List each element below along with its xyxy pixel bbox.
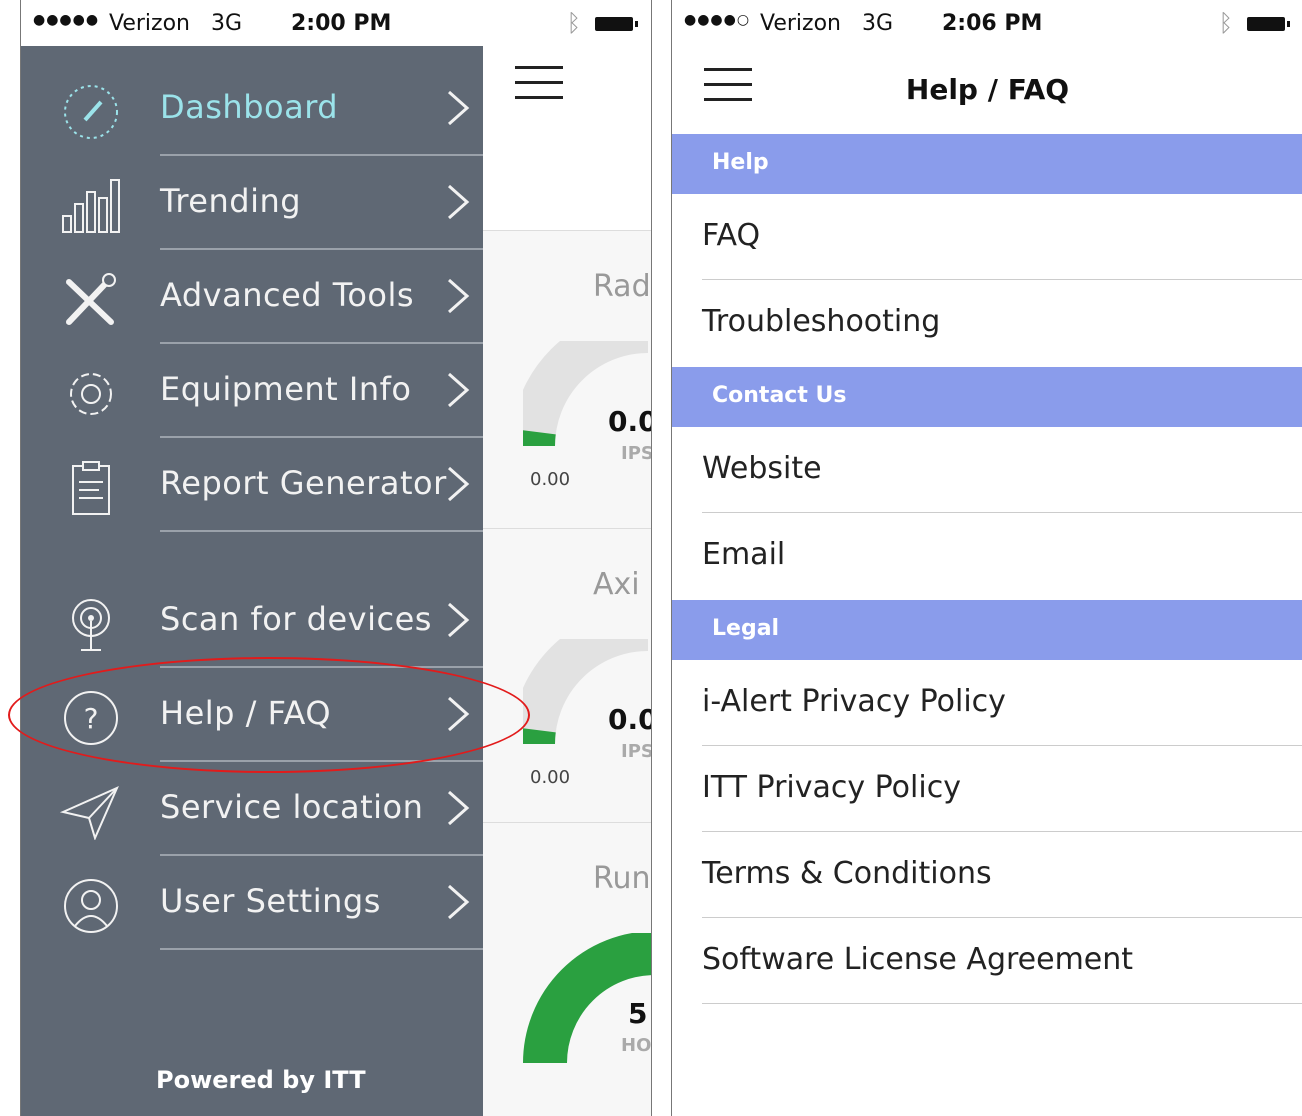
clock: 2:00 PM — [291, 11, 392, 36]
menu-label: Service location — [160, 788, 424, 826]
bluetooth-icon: ᛒ — [566, 9, 581, 37]
gauge-card-axial: Axi 0.0 IPS 0.00 — [483, 528, 651, 823]
gauge-value: 0.0 — [608, 405, 651, 438]
list-item-email[interactable]: Email — [672, 513, 1302, 599]
list-item-label: ITT Privacy Policy — [702, 770, 961, 805]
menu-label: Advanced Tools — [160, 276, 415, 314]
chevron-right-icon — [448, 90, 470, 126]
page-title: Help / FAQ — [905, 73, 1070, 106]
chevron-right-icon — [448, 790, 470, 826]
section-label: Legal — [712, 616, 780, 641]
gauge-title: Axi — [593, 567, 640, 602]
hamburger-menu-icon[interactable] — [515, 66, 563, 111]
list-item-label: Troubleshooting — [702, 304, 941, 339]
chevron-right-icon — [448, 184, 470, 220]
menu-label: Scan for devices — [160, 600, 432, 638]
menu-divider — [160, 948, 483, 950]
section-header-help: Help — [672, 134, 1302, 194]
signal-strength: ●●●●○ — [684, 12, 751, 28]
menu-item-user-settings[interactable]: User Settings — [21, 856, 483, 950]
chevron-right-icon — [448, 602, 470, 638]
list-item-label: Terms & Conditions — [702, 856, 992, 891]
list-item-label: Software License Agreement — [702, 942, 1134, 977]
gauge-value: 0.0 — [608, 703, 651, 736]
gauge-fill — [523, 728, 556, 745]
carrier-name: Verizon — [109, 11, 190, 36]
menu-item-service-location[interactable]: Service location — [21, 762, 483, 856]
list-item-ialert-privacy-policy[interactable]: i-Alert Privacy Policy — [672, 660, 1302, 746]
menu-item-scan-devices[interactable]: Scan for devices — [21, 574, 483, 668]
row-divider — [702, 1003, 1302, 1004]
chevron-right-icon — [448, 884, 470, 920]
chevron-right-icon — [448, 466, 470, 502]
gauge-min: 0.00 — [530, 469, 571, 490]
left-phone-screen: ●●●●● Verizon 3G 2:00 PM ᛒ Rad 0.0 IPS 0… — [20, 0, 652, 1116]
status-bar: ●●●●● Verizon 3G 2:00 PM ᛒ — [21, 0, 651, 46]
menu-item-trending[interactable]: Trending — [21, 156, 483, 250]
battery-icon — [1247, 17, 1290, 31]
dashboard-background: Rad 0.0 IPS 0.00 Axi 0.0 IPS 0.00 Runt — [483, 46, 651, 1116]
carrier-name: Verizon — [760, 11, 841, 36]
gauge-card-runtime: Runt 5 HOU — [483, 822, 651, 1116]
menu-item-report-generator[interactable]: Report Generator — [21, 438, 483, 532]
section-header-legal: Legal — [672, 600, 1302, 660]
menu-label: Report Generator — [160, 464, 447, 502]
speedometer-icon — [64, 85, 118, 139]
user-icon — [64, 879, 118, 933]
antenna-icon — [72, 599, 110, 651]
network-type: 3G — [211, 11, 243, 36]
location-arrow-icon — [59, 786, 119, 840]
menu-item-advanced-tools[interactable]: Advanced Tools — [21, 250, 483, 344]
list-item-troubleshooting[interactable]: Troubleshooting — [672, 280, 1302, 366]
gauge-value: 5 — [628, 997, 648, 1030]
menu-divider — [160, 530, 483, 532]
highlight-ellipse — [8, 657, 530, 773]
section-label: Help — [712, 150, 769, 175]
clock: 2:06 PM — [942, 11, 1043, 36]
chevron-right-icon — [448, 372, 470, 408]
gauge-title: Runt — [593, 861, 651, 896]
section-label: Contact Us — [712, 383, 847, 408]
status-bar: ●●●●○ Verizon 3G 2:06 PM ᛒ — [672, 0, 1302, 46]
menu-label: Trending — [160, 182, 302, 220]
gauge-title: Rad — [593, 269, 651, 304]
list-item-terms-conditions[interactable]: Terms & Conditions — [672, 832, 1302, 918]
menu-label: Dashboard — [160, 88, 339, 126]
navigation-drawer: Dashboard Trending Advanced Tools Equipm… — [21, 46, 483, 1116]
page-header: Help / FAQ — [672, 46, 1302, 134]
gauge-unit: IPS — [621, 443, 652, 464]
signal-strength: ●●●●● — [33, 12, 100, 28]
clipboard-icon — [72, 461, 110, 515]
bluetooth-icon: ᛒ — [1218, 9, 1233, 37]
list-item-website[interactable]: Website — [672, 427, 1302, 513]
powered-by-footer: Powered by ITT — [156, 1066, 366, 1094]
menu-item-equipment-info[interactable]: Equipment Info — [21, 344, 483, 438]
list-item-label: FAQ — [702, 218, 761, 253]
bar-chart-icon — [62, 179, 120, 233]
list-item-itt-privacy-policy[interactable]: ITT Privacy Policy — [672, 746, 1302, 832]
gear-icon — [70, 373, 112, 415]
tools-icon — [66, 273, 116, 325]
menu-label: Equipment Info — [160, 370, 412, 408]
list-item-faq[interactable]: FAQ — [672, 194, 1302, 280]
section-header-contact-us: Contact Us — [672, 367, 1302, 427]
gauge-fill — [523, 430, 556, 447]
gauge-card-radial: Rad 0.0 IPS 0.00 — [483, 230, 651, 531]
gauge-min: 0.00 — [530, 767, 571, 788]
list-item-software-license[interactable]: Software License Agreement — [672, 918, 1302, 1004]
menu-item-dashboard[interactable]: Dashboard — [21, 62, 483, 156]
menu-label: User Settings — [160, 882, 381, 920]
list-item-label: Website — [702, 451, 822, 486]
network-type: 3G — [862, 11, 894, 36]
list-item-label: i-Alert Privacy Policy — [702, 684, 1006, 719]
battery-icon — [595, 17, 638, 31]
list-item-label: Email — [702, 537, 786, 572]
gauge-unit: HOU — [621, 1035, 652, 1056]
chevron-right-icon — [448, 278, 470, 314]
gauge-unit: IPS — [621, 741, 652, 762]
right-phone-screen: ●●●●○ Verizon 3G 2:06 PM ᛒ Help / FAQ He… — [671, 0, 1302, 1116]
